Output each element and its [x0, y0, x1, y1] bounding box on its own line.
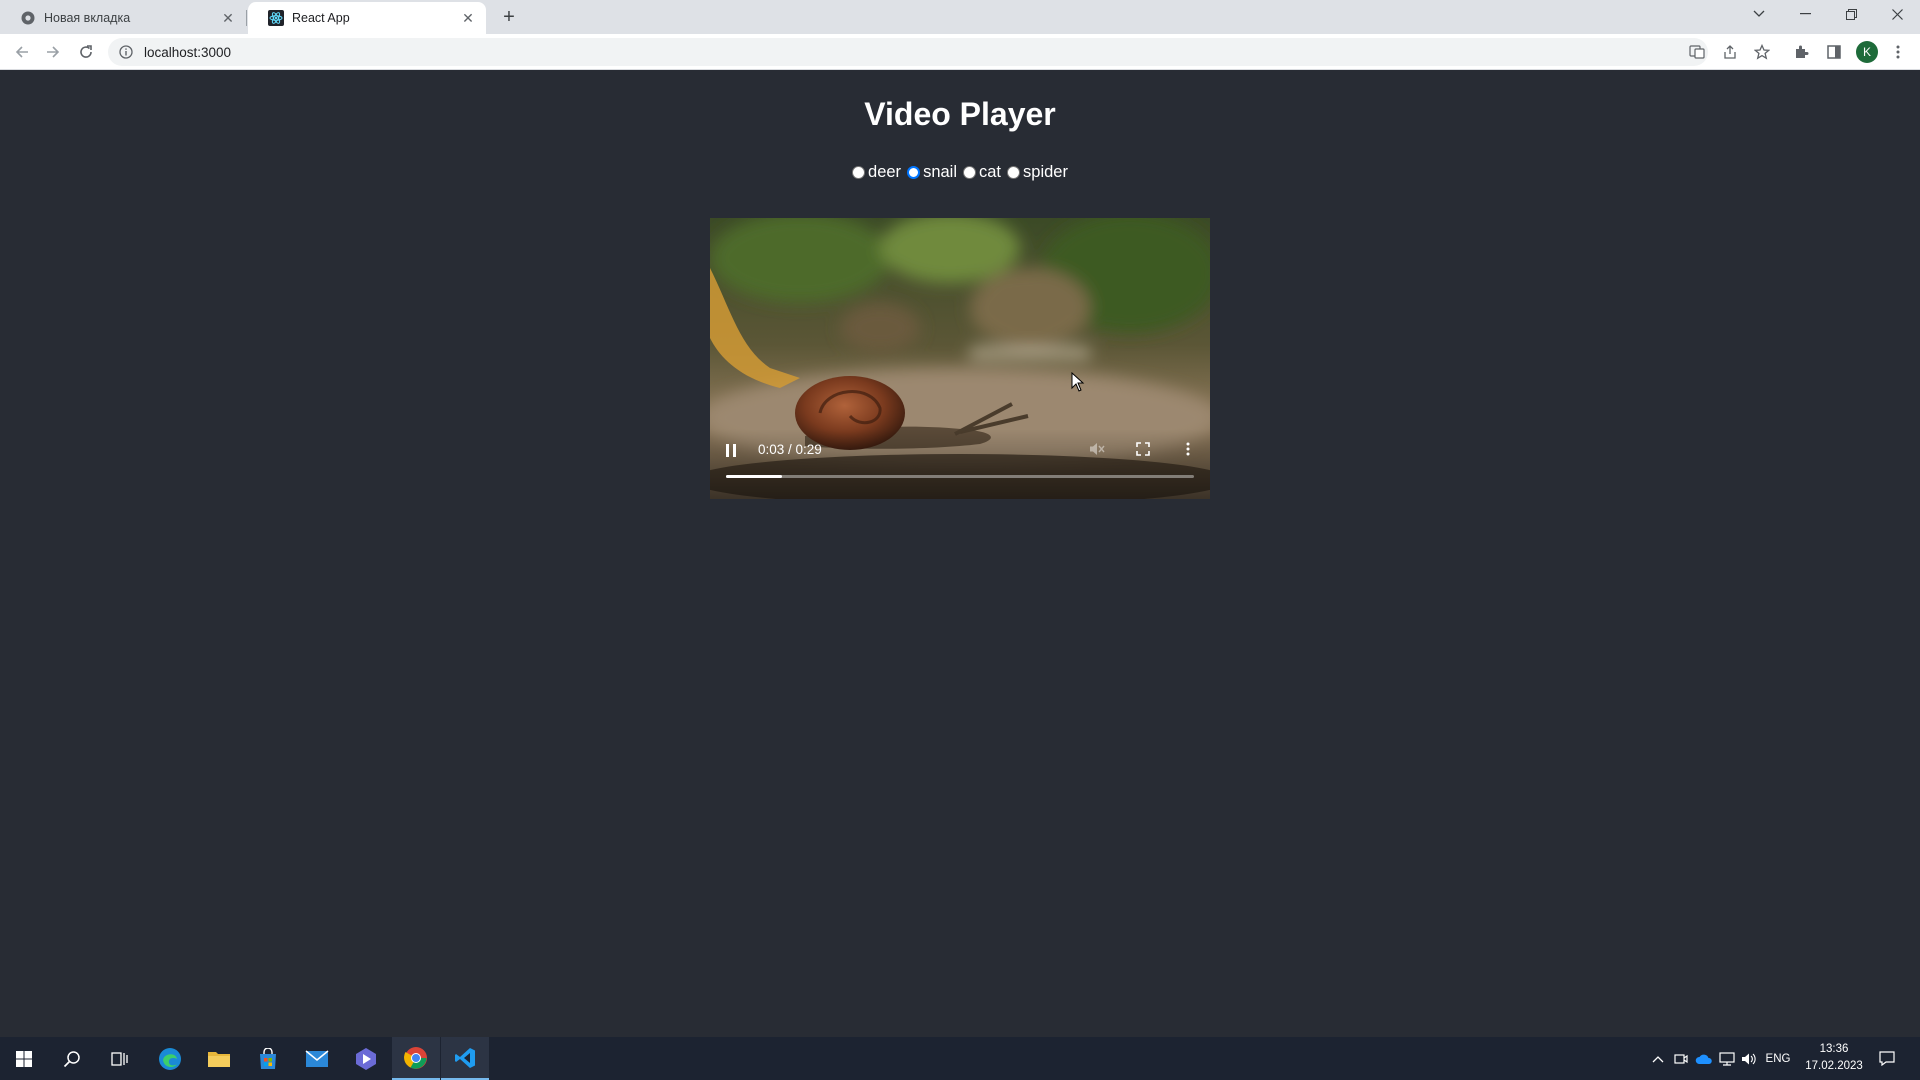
forward-button[interactable]: [41, 40, 65, 64]
radio-button[interactable]: [963, 166, 976, 179]
tab-search-icon[interactable]: [1736, 0, 1782, 28]
browser-toolbar: localhost:3000 K: [0, 34, 1920, 70]
video-player[interactable]: 0:03 / 0:29: [710, 218, 1210, 499]
browser-tab-strip: Новая вкладка ✕ React App ✕ +: [0, 0, 1920, 34]
reload-button[interactable]: [74, 40, 98, 64]
translate-icon[interactable]: [1688, 43, 1706, 61]
radio-label: deer: [868, 163, 902, 181]
tab-divider: [246, 10, 247, 26]
video-radio-group: deer snail cat spider: [0, 163, 1920, 182]
vscode-icon[interactable]: [441, 1037, 489, 1080]
radio-button[interactable]: [907, 166, 921, 179]
mute-icon[interactable]: [1088, 440, 1106, 458]
info-icon[interactable]: [118, 44, 134, 60]
react-icon: [268, 10, 284, 26]
clock-date: 17.02.2023: [1805, 1060, 1863, 1072]
edge-icon[interactable]: [146, 1037, 194, 1080]
video-time: 0:03 / 0:29: [758, 442, 822, 457]
page-content: Video Player deer snail cat spider 0:03 …: [0, 71, 1920, 1037]
notifications-icon[interactable]: [1876, 1037, 1898, 1080]
progress-bar[interactable]: [726, 475, 1194, 478]
app-icon[interactable]: [342, 1037, 390, 1080]
chevron-up-icon[interactable]: [1650, 1037, 1666, 1080]
task-view-icon[interactable]: [96, 1037, 144, 1080]
language-indicator[interactable]: ENG: [1762, 1037, 1794, 1080]
chrome-taskbar-icon[interactable]: [392, 1037, 440, 1080]
pause-button[interactable]: [724, 442, 738, 458]
close-icon[interactable]: ✕: [458, 8, 478, 28]
taskbar: ENG 13:36 17.02.2023: [0, 1037, 1920, 1080]
fullscreen-icon[interactable]: [1134, 440, 1152, 458]
radio-button[interactable]: [852, 166, 866, 179]
meet-now-icon[interactable]: [1672, 1037, 1690, 1080]
address-bar[interactable]: localhost:3000: [108, 38, 1708, 66]
file-explorer-icon[interactable]: [195, 1037, 243, 1080]
radio-label: snail: [923, 163, 957, 181]
network-icon[interactable]: [1718, 1037, 1736, 1080]
radio-deer[interactable]: deer: [852, 163, 901, 182]
url-text: localhost:3000: [144, 44, 232, 60]
close-icon[interactable]: ✕: [218, 8, 238, 28]
tab-react-app[interactable]: React App ✕: [248, 2, 486, 34]
side-panel-icon[interactable]: [1825, 43, 1843, 61]
radio-label: cat: [979, 163, 1002, 181]
volume-icon[interactable]: [1740, 1037, 1758, 1080]
search-icon[interactable]: [48, 1037, 96, 1080]
share-icon[interactable]: [1721, 43, 1739, 61]
mouse-cursor-icon: [1071, 372, 1085, 392]
back-button[interactable]: [10, 40, 34, 64]
mail-icon[interactable]: [293, 1037, 341, 1080]
page-title: Video Player: [864, 96, 1056, 132]
extensions-icon[interactable]: [1793, 43, 1811, 61]
menu-dots-icon[interactable]: [1889, 43, 1907, 61]
radio-cat[interactable]: cat: [963, 163, 1001, 182]
bookmark-star-icon[interactable]: [1753, 43, 1771, 61]
start-button[interactable]: [0, 1037, 48, 1080]
radio-label: spider: [1023, 163, 1068, 181]
radio-spider[interactable]: spider: [1007, 163, 1068, 182]
chrome-icon: [20, 10, 36, 26]
restore-button[interactable]: [1828, 0, 1874, 28]
radio-snail[interactable]: snail: [907, 163, 957, 182]
store-icon[interactable]: [244, 1037, 292, 1080]
clock-time: 13:36: [1819, 1043, 1849, 1055]
new-tab-button[interactable]: +: [498, 6, 520, 28]
minimize-button[interactable]: [1782, 0, 1828, 28]
progress-fill: [726, 475, 783, 478]
avatar[interactable]: K: [1856, 41, 1878, 63]
more-options-icon[interactable]: [1182, 440, 1194, 458]
clock[interactable]: 13:36 17.02.2023: [1796, 1041, 1872, 1075]
tab-title: Новая вкладка: [44, 11, 131, 25]
radio-button[interactable]: [1007, 166, 1021, 179]
tab-title: React App: [292, 11, 350, 25]
close-window-button[interactable]: [1874, 0, 1920, 28]
tab-new-tab[interactable]: Новая вкладка ✕: [0, 2, 246, 34]
onedrive-icon[interactable]: [1694, 1037, 1714, 1080]
